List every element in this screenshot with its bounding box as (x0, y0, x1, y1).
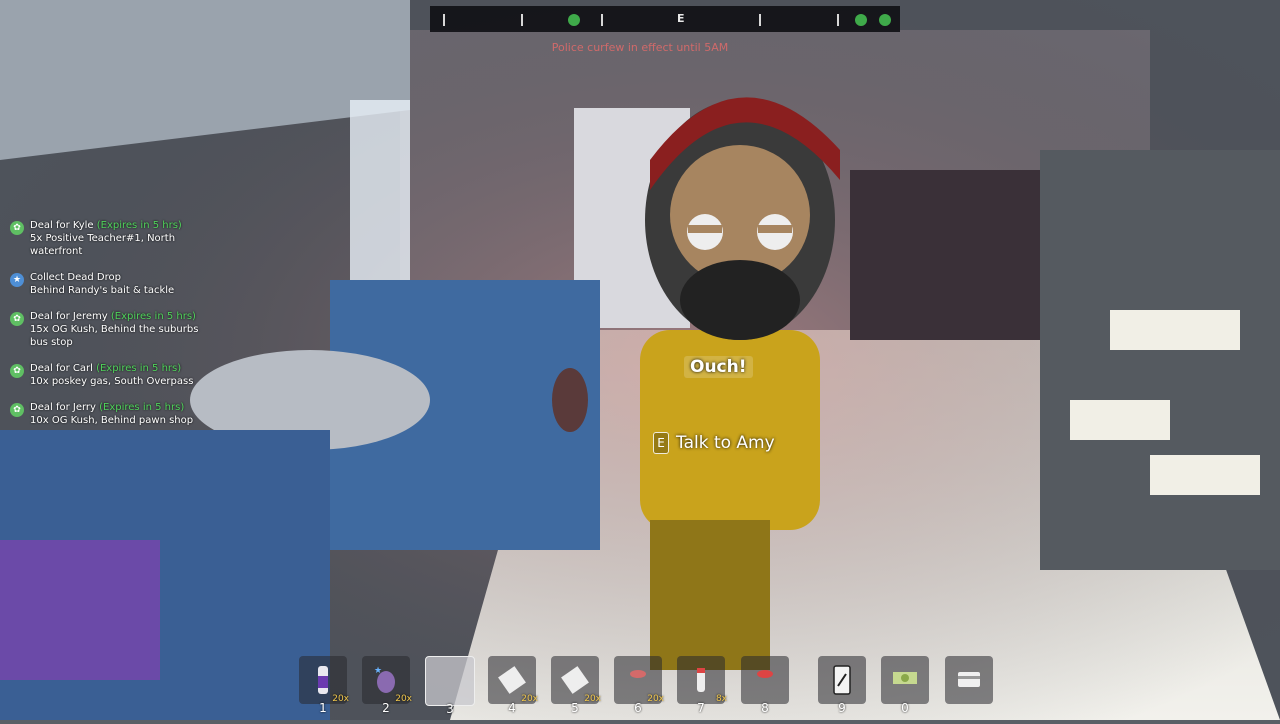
pill-icon (630, 670, 646, 678)
quest-description: Behind Randy's bait & tackle (30, 285, 175, 296)
quest-list: ✿ Deal for Kyle (Expires in 5 hrs) 5x Po… (10, 219, 210, 440)
phone-icon (833, 665, 851, 695)
product-jar-icon (318, 666, 328, 694)
hotbar-slot-5[interactable]: 20x 5 (551, 656, 601, 715)
jar-icon (697, 668, 705, 692)
quest-title: Collect Dead Drop (30, 272, 121, 283)
quest-description: 5x Positive Teacher#1, North waterfront (30, 233, 176, 257)
weed-leaf-icon: ✿ (10, 221, 24, 235)
hotbar-slot-4[interactable]: 20x 4 (488, 656, 538, 715)
hotbar-slot-3[interactable]: 3 (425, 656, 475, 716)
quest-title: Deal for Carl (30, 363, 93, 374)
baggie-icon (561, 666, 589, 694)
quest-title: Deal for Jeremy (30, 311, 108, 322)
svg-text:★: ★ (374, 666, 382, 676)
compass-tick (521, 14, 523, 26)
quest-title: Deal for Kyle (30, 220, 94, 231)
quest-item: ✿ Deal for Jerry (Expires in 5 hrs) 10x … (10, 401, 210, 427)
quest-item: ★ Collect Dead Drop Behind Randy's bait … (10, 271, 210, 297)
star-icon: ★ (10, 273, 24, 287)
quest-item: ✿ Deal for Jeremy (Expires in 5 hrs) 15x… (10, 310, 210, 349)
compass-heading: E (677, 12, 685, 25)
interaction-prompt[interactable]: E Talk to Amy (653, 432, 775, 454)
quest-title: Deal for Jerry (30, 402, 96, 413)
hotbar-slot-0[interactable]: 0 (881, 656, 929, 715)
npc-speech-bubble: Ouch! (684, 356, 753, 378)
interact-label: Talk to Amy (676, 433, 775, 453)
baggie-icon (498, 666, 526, 694)
weed-leaf-icon (855, 14, 867, 26)
slot-number: 7 (697, 701, 705, 715)
compass-tick (443, 14, 445, 26)
slot-number: 5 (571, 701, 579, 715)
hotbar-slot-8[interactable]: 8 (741, 656, 789, 715)
weed-leaf-icon: ✿ (10, 312, 24, 326)
hotbar-slot-card[interactable] (945, 656, 993, 704)
hotbar-slot-9[interactable]: 9 (818, 656, 866, 715)
quest-description: 10x OG Kush, Behind pawn shop (30, 415, 194, 426)
slot-number: 4 (508, 701, 516, 715)
slot-number: 0 (901, 701, 909, 715)
curfew-notice: Police curfew in effect until 5AM (551, 41, 729, 54)
compass-tick (837, 14, 839, 26)
quest-description: 15x OG Kush, Behind the suburbs bus stop (30, 324, 199, 348)
hotbar-slot-7[interactable]: 8x 7 (677, 656, 727, 715)
quest-description: 10x poskey gas, South Overpass (30, 376, 194, 387)
slot-number: 1 (319, 701, 327, 715)
quest-expiry: (Expires in 5 hrs) (96, 220, 182, 231)
interact-key: E (653, 432, 669, 454)
compass-tick (759, 14, 761, 26)
slot-number: 2 (382, 701, 390, 715)
quest-item: ✿ Deal for Kyle (Expires in 5 hrs) 5x Po… (10, 219, 210, 258)
slot-number: 3 (446, 702, 454, 716)
quest-item: ✿ Deal for Carl (Expires in 5 hrs) 10x p… (10, 362, 210, 388)
compass-tick (601, 14, 603, 26)
weed-leaf-icon (568, 14, 580, 26)
compass-bar: E (430, 6, 900, 32)
cash-icon (893, 672, 917, 684)
hotbar-slot-6[interactable]: 20x 6 (614, 656, 664, 715)
hotbar-slot-2[interactable]: ★ 20x 2 (362, 656, 412, 715)
jar-icon (757, 670, 773, 678)
weed-bud-icon: ★ (374, 666, 395, 693)
quest-expiry: (Expires in 5 hrs) (96, 363, 182, 374)
weed-leaf-icon (879, 14, 891, 26)
quest-expiry: (Expires in 5 hrs) (110, 311, 196, 322)
hotbar-slot-1[interactable]: 20x 1 (299, 656, 349, 715)
slot-number: 6 (634, 701, 642, 715)
weed-leaf-icon: ✿ (10, 403, 24, 417)
slot-number: 9 (838, 701, 846, 715)
quest-expiry: (Expires in 5 hrs) (99, 402, 185, 413)
slot-number: 8 (761, 701, 769, 715)
weed-leaf-icon: ✿ (10, 364, 24, 378)
card-icon (958, 672, 980, 687)
